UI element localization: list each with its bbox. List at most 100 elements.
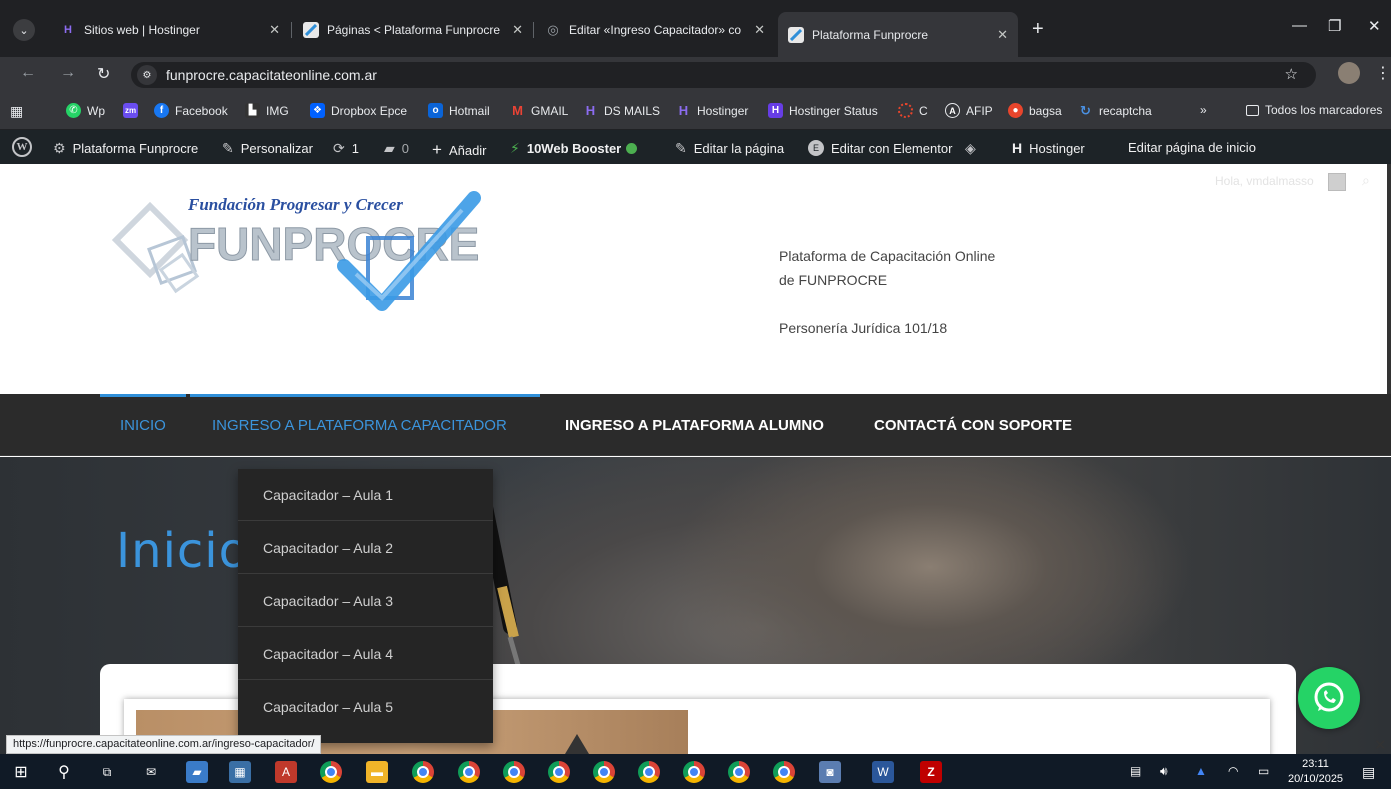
chrome-icon[interactable] — [728, 761, 750, 783]
bookmark-afip[interactable]: A AFIP — [945, 103, 993, 118]
file-explorer-icon[interactable]: ▬ — [366, 761, 388, 783]
app-icon[interactable]: ▰ — [186, 761, 208, 783]
wordpress-icon[interactable]: W — [12, 137, 32, 157]
bookmark-dropbox[interactable]: ❖ Dropbox Epce — [310, 103, 407, 118]
action-center-icon[interactable]: ▤ — [1362, 764, 1375, 781]
nav-item-contacta-soporte[interactable]: CONTACTÁ CON SOPORTE — [874, 417, 1072, 434]
site-logo[interactable]: Fundación Progresar y Crecer FUNPROCRE — [111, 180, 482, 330]
whatsapp-button[interactable] — [1298, 667, 1360, 729]
chrome-icon[interactable] — [638, 761, 660, 783]
close-icon[interactable]: ✕ — [1374, 736, 1387, 754]
logo-foundation-text: Fundación Progresar y Crecer — [187, 195, 403, 214]
admin-site-name[interactable]: ⚙ Plataforma Funprocre — [53, 140, 198, 157]
admin-customize[interactable]: ✎ Personalizar — [222, 140, 313, 157]
bookmark-hostinger[interactable]: H Hostinger — [676, 103, 749, 118]
bookmark-facebook[interactable]: f Facebook — [154, 103, 228, 118]
close-icon[interactable]: ✕ — [997, 27, 1008, 43]
new-tab-icon[interactable]: + — [1032, 18, 1044, 41]
greeting-text[interactable]: Hola, vmdalmasso — [1215, 174, 1314, 188]
dropdown-item-aula-2[interactable]: Capacitador – Aula 2 — [238, 522, 493, 574]
word-icon[interactable]: W — [872, 761, 894, 783]
back-icon[interactable]: ← — [20, 64, 36, 82]
app-icon[interactable]: ◙ — [819, 761, 841, 783]
tab-editar-ingreso[interactable]: ◎ Editar «Ingreso Capacitador» co ✕ — [535, 14, 775, 46]
battery-icon[interactable]: ▭ — [1258, 764, 1269, 778]
nav-item-ingreso-alumno[interactable]: INGRESO A PLATAFORMA ALUMNO — [565, 417, 824, 434]
admin-comments[interactable]: ▰ 0 — [384, 140, 409, 157]
close-icon[interactable]: ✕ — [269, 22, 280, 38]
tab-plataforma-funprocre[interactable]: Plataforma Funprocre ✕ — [778, 12, 1018, 57]
dropdown-item-aula-5[interactable]: Capacitador – Aula 5 — [238, 681, 493, 733]
dropdown-item-aula-3[interactable]: Capacitador – Aula 3 — [238, 575, 493, 627]
reload-icon[interactable]: ↻ — [97, 64, 110, 84]
filezilla-icon[interactable]: Z — [920, 761, 942, 783]
chrome-icon[interactable] — [773, 761, 795, 783]
mail-icon[interactable]: ✉ — [140, 761, 162, 783]
admin-10web-booster[interactable]: ⚡ 10Web Booster — [510, 140, 638, 157]
nav-item-ingreso-capacitador[interactable]: INGRESO A PLATAFORMA CAPACITADOR — [212, 417, 507, 434]
admin-edit-home[interactable]: Editar página de inicio — [1128, 140, 1256, 155]
site-info-icon[interactable]: ⚙ — [137, 65, 157, 85]
chrome-icon[interactable] — [412, 761, 434, 783]
volume-icon[interactable]: 🔊︎ — [1160, 764, 1168, 779]
chrome-icon[interactable] — [683, 761, 705, 783]
tab-hostinger-sites[interactable]: H Sitios web | Hostinger ✕ — [50, 14, 290, 46]
close-icon[interactable]: ✕ — [512, 22, 523, 38]
minimize-icon[interactable]: — — [1292, 17, 1307, 34]
bookmark-hotmail[interactable]: o Hotmail — [428, 103, 490, 118]
plus-icon: + — [432, 140, 442, 159]
close-icon[interactable]: ✕ — [754, 22, 765, 38]
bookmark-zm[interactable]: zm — [123, 103, 144, 118]
admin-add-new[interactable]: + Añadir — [432, 140, 487, 160]
bookmark-label: Hostinger Status — [789, 103, 878, 118]
admin-updates[interactable]: ⟳ 1 — [333, 140, 359, 157]
bookmark-wp[interactable]: ✆ Wp — [66, 103, 105, 118]
calculator-icon[interactable]: ▦ — [229, 761, 251, 783]
bookmark-label: AFIP — [966, 103, 993, 118]
bookmark-gmail[interactable]: M GMAIL — [510, 103, 568, 118]
tab-search-icon[interactable]: ⌄ — [13, 19, 35, 41]
profile-avatar[interactable] — [1338, 62, 1360, 84]
bookmarks-overflow-button[interactable]: » — [1200, 103, 1207, 117]
window-close-icon[interactable]: ✕ — [1368, 17, 1381, 35]
task-view-icon[interactable]: ⧉ — [96, 761, 118, 783]
bookmark-img[interactable]: ▙ IMG — [245, 103, 289, 118]
bookmark-bagsa[interactable]: ● bagsa — [1008, 103, 1062, 118]
bookmark-star-icon[interactable]: ☆ — [1285, 65, 1298, 83]
chrome-icon[interactable] — [320, 761, 342, 783]
dropdown-item-aula-1[interactable]: Capacitador – Aula 1 — [238, 469, 493, 521]
google-drive-icon[interactable]: ▲ — [1195, 764, 1207, 778]
tab-paginas[interactable]: Páginas < Plataforma Funprocre ✕ — [293, 14, 533, 46]
taskbar-clock[interactable]: 23:11 20/10/2025 — [1288, 757, 1343, 787]
bookmark-ds-mails[interactable]: H DS MAILS — [583, 103, 660, 118]
forward-icon[interactable]: → — [60, 64, 76, 82]
bookmark-recaptcha[interactable]: ↻ recaptcha — [1078, 103, 1152, 118]
dropdown-item-aula-4[interactable]: Capacitador – Aula 4 — [238, 628, 493, 680]
admin-edit-elementor[interactable]: E Editar con Elementor — [808, 140, 952, 156]
admin-edit-page[interactable]: ✎ Editar la página — [675, 140, 784, 157]
all-bookmarks-folder[interactable]: Todos los marcadores — [1246, 103, 1382, 117]
admin-hostinger[interactable]: H Hostinger — [1012, 140, 1085, 156]
access-icon[interactable]: A — [275, 761, 297, 783]
chrome-icon[interactable] — [548, 761, 570, 783]
search-icon[interactable]: ⚲ — [53, 761, 75, 783]
apps-grid-icon[interactable]: ▦ — [10, 103, 23, 120]
brush-icon: ✎ — [222, 140, 234, 156]
chrome-icon[interactable] — [458, 761, 480, 783]
search-icon[interactable]: ⌕ — [1362, 172, 1370, 189]
bookmark-c[interactable]: C — [898, 103, 928, 118]
admin-diamond[interactable]: ◈ — [965, 140, 983, 157]
nav-item-inicio[interactable]: INICIO — [120, 417, 166, 434]
bookmark-label: bagsa — [1029, 103, 1062, 118]
user-avatar[interactable] — [1328, 173, 1346, 191]
address-bar[interactable]: ⚙ funprocre.capacitateonline.com.ar ☆ — [131, 62, 1316, 88]
bookmark-hostinger-status[interactable]: H Hostinger Status — [768, 103, 878, 118]
windows-start-icon[interactable]: ⊞ — [10, 761, 32, 783]
restore-icon[interactable]: ❐ — [1328, 17, 1341, 35]
wifi-icon[interactable]: ◠ — [1228, 764, 1238, 778]
menu-kebab-icon[interactable]: ⋮ — [1375, 63, 1391, 83]
chrome-icon[interactable] — [503, 761, 525, 783]
chrome-icon[interactable] — [593, 761, 615, 783]
tagline-line-3: Personería Jurídica 101/18 — [779, 320, 948, 336]
notification-area-icon[interactable]: ▤ — [1130, 764, 1141, 778]
